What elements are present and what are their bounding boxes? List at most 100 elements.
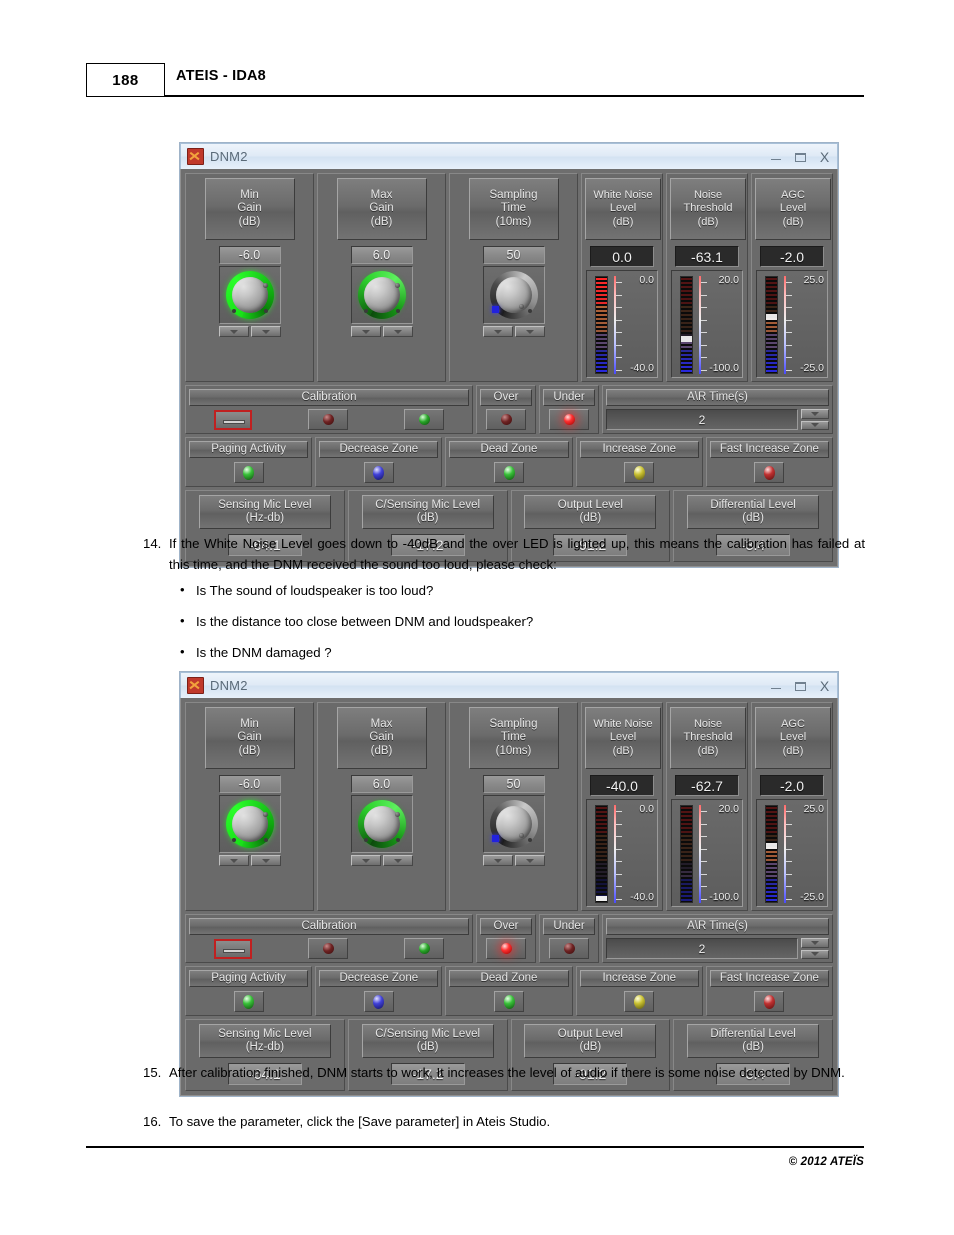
sampling-control[interactable]: Sampling Time (10ms) 50 [449, 702, 578, 911]
footer-copyright: © 2012 ATEÏS [788, 1156, 864, 1168]
spin-up-button[interactable] [514, 855, 545, 866]
sampling-knob-box[interactable] [482, 266, 545, 324]
dnm2-window-1[interactable]: DNM2 X Min Gain (dB) -6.0 Max Gain (dB) 6.0 Sampli… [180, 143, 838, 567]
close-icon[interactable]: X [818, 150, 831, 164]
zone-led-cell[interactable] [363, 991, 394, 1012]
calibration-button[interactable] [214, 409, 252, 430]
spin-up-button[interactable] [382, 855, 413, 866]
meter-segment [596, 338, 607, 340]
sampling-knob[interactable] [489, 800, 538, 848]
meter-segment [766, 855, 777, 857]
spin-up-button[interactable] [382, 326, 413, 337]
meter-segment [681, 887, 692, 889]
meter-scale-max: 20.0 [718, 803, 739, 815]
meter-segment [596, 310, 607, 312]
maximize-icon[interactable] [794, 680, 807, 693]
spin-up-button[interactable] [250, 326, 281, 337]
window-buttons: X [770, 144, 831, 170]
sampling-knob[interactable] [489, 271, 538, 319]
spin-down-button[interactable] [482, 855, 513, 866]
zone-led-cell[interactable] [363, 462, 394, 483]
spin-down-button[interactable] [218, 326, 249, 337]
spin-down-button[interactable] [350, 326, 381, 337]
zone-led-cell[interactable] [233, 991, 264, 1012]
maximize-icon[interactable] [794, 151, 807, 164]
min-gain-control[interactable]: Min Gain (dB) -6.0 [185, 702, 314, 911]
agc-level-label-line: AGC [781, 188, 805, 201]
indicator-under: Under [539, 914, 599, 963]
meter-segment [681, 867, 692, 869]
meter-segment [766, 815, 777, 817]
spin-down-button[interactable] [482, 326, 513, 337]
ar-time-down-button[interactable] [801, 420, 829, 430]
zone-led-cell[interactable] [494, 462, 524, 483]
knob-pointer [518, 304, 524, 309]
ar-time-value[interactable]: 2 [606, 409, 798, 430]
meter-segment [596, 867, 607, 869]
max-gain-label-line: (dB) [370, 744, 393, 757]
ar-time-down-button[interactable] [801, 949, 829, 959]
meter-segment [766, 370, 777, 372]
zone-led-cell[interactable] [624, 991, 655, 1012]
min-gain-knob-box[interactable] [218, 795, 281, 853]
meter-segment [681, 354, 692, 356]
level-label-line: (Hz-db) [245, 512, 285, 524]
spin-up-button[interactable] [514, 326, 545, 337]
window1-titlebar[interactable]: DNM2 X [180, 143, 838, 169]
min-gain-knob[interactable] [225, 800, 274, 848]
ar-time-up-button[interactable] [801, 409, 829, 419]
sampling-knob-box[interactable] [482, 795, 545, 853]
zone-led-cell[interactable] [624, 462, 655, 483]
meter-scale-tick [616, 319, 622, 321]
minimize-icon[interactable] [770, 151, 783, 164]
meter-segment [766, 278, 777, 280]
min-gain-knob[interactable] [225, 271, 274, 319]
min-gain-control[interactable]: Min Gain (dB) -6.0 [185, 173, 314, 382]
spin-up-button[interactable] [250, 855, 281, 866]
zone-led-wrap [189, 462, 308, 483]
footer-rule [86, 1146, 864, 1149]
meter-segment [596, 823, 607, 825]
zone-led-cell[interactable] [754, 991, 785, 1012]
max-gain-knob-box[interactable] [350, 266, 413, 324]
meter-segment [766, 358, 777, 360]
max-gain-control[interactable]: Max Gain (dB) 6.0 [317, 702, 446, 911]
meter-segment [766, 282, 777, 284]
calibration-led-ok-cell[interactable] [404, 938, 444, 959]
ar-time-value[interactable]: 2 [606, 938, 798, 959]
led-over-cell[interactable] [486, 409, 526, 430]
knob-tick [395, 309, 400, 313]
calibration-led-fail-cell[interactable] [308, 938, 348, 959]
meter-bar [595, 805, 608, 903]
zone-fast-increase-zone: Fast Increase Zone [705, 966, 834, 1016]
led-under-cell[interactable] [549, 938, 589, 959]
meter-segment [766, 326, 777, 328]
max-gain-control[interactable]: Max Gain (dB) 6.0 [317, 173, 446, 382]
close-icon[interactable]: X [818, 679, 831, 693]
max-gain-knob[interactable] [357, 800, 406, 848]
max-gain-knob[interactable] [357, 271, 406, 319]
calibration-led-fail-cell[interactable] [308, 409, 348, 430]
zone-led-cell[interactable] [233, 462, 264, 483]
spin-down-button[interactable] [350, 855, 381, 866]
agc-level-value: -2.0 [760, 775, 824, 796]
window2-titlebar[interactable]: DNM2 X [180, 672, 838, 698]
calibration-button[interactable] [214, 938, 252, 959]
min-gain-knob-box[interactable] [218, 266, 281, 324]
dnm2-window-2[interactable]: DNM2 X Min Gain (dB) -6.0 Max Gain (dB) 6.0 Sampli… [180, 672, 838, 1096]
zone-led-cell[interactable] [754, 462, 785, 483]
meter-scale-tick [701, 848, 707, 850]
ar-time-up-button[interactable] [801, 938, 829, 948]
calibration-led-ok-cell[interactable] [404, 409, 444, 430]
minimize-icon[interactable] [770, 680, 783, 693]
zone-led-cell[interactable] [494, 991, 524, 1012]
level-label: Sensing Mic Level (Hz-db) [198, 495, 331, 529]
meter-segment [596, 358, 607, 360]
meter-segment [596, 847, 607, 849]
sampling-control[interactable]: Sampling Time (10ms) 50 [449, 173, 578, 382]
led-under-cell[interactable] [549, 409, 589, 430]
led-over-cell[interactable] [486, 938, 526, 959]
spin-down-button[interactable] [218, 855, 249, 866]
knob-tick [363, 309, 368, 313]
max-gain-knob-box[interactable] [350, 795, 413, 853]
